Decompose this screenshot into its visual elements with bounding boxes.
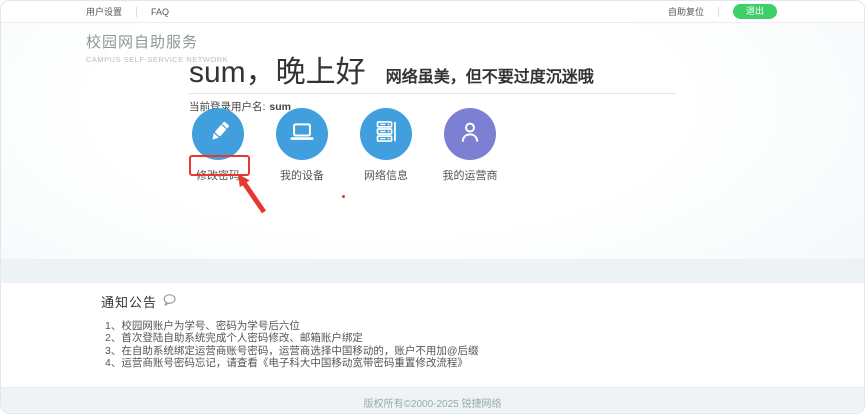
pencil-icon: [205, 118, 232, 150]
network-info-circle: [360, 108, 412, 160]
my-devices-circle: [276, 108, 328, 160]
tile-label: 我的设备: [260, 167, 344, 183]
topbar-right-menu: 自助复位 退出: [668, 4, 777, 19]
topbar-divider: [718, 7, 719, 17]
greeting-row: sum，晚上好 网络虽美，但不要过度沉迷哦: [189, 47, 594, 91]
section-divider-band: [1, 259, 864, 283]
notice-list: 1、校园网账户为学号、密码为学号后六位 2、首次登陆自助系统完成个人密码修改、邮…: [105, 320, 864, 370]
greeting-quote: 网络虽美，但不要过度沉迷哦: [386, 63, 594, 87]
tile-change-password[interactable]: 修改密码: [176, 108, 260, 183]
speech-bubble-icon: [163, 293, 177, 311]
notice-item: 2、首次登陆自助系统完成个人密码修改、邮箱账户绑定: [105, 332, 864, 344]
topbar: 用户设置 FAQ 自助复位 退出: [1, 1, 864, 23]
tile-my-devices[interactable]: 我的设备: [260, 108, 344, 183]
notice-item: 3、在自助系统绑定运营商账号密码，运营商选择中国移动的，账户不用加@后缀: [105, 345, 864, 357]
faq-link[interactable]: FAQ: [151, 7, 169, 17]
server-icon: [373, 118, 400, 150]
notice-section: 通知公告 1、校园网账户为学号、密码为学号后六位 2、首次登陆自助系统完成个人密…: [1, 283, 864, 387]
tile-label: 我的运营商: [428, 167, 512, 183]
notice-title: 通知公告: [101, 292, 157, 311]
notice-item: 1、校园网账户为学号、密码为学号后六位: [105, 320, 864, 332]
laptop-icon: [288, 118, 316, 151]
tile-my-carrier[interactable]: 我的运营商: [428, 108, 512, 183]
copyright-text: 版权所有©2000-2025 锐捷网络: [364, 395, 502, 410]
person-icon: [456, 118, 484, 151]
shortcut-tiles: 修改密码 我的设备: [176, 108, 512, 183]
self-reset-link[interactable]: 自助复位: [668, 5, 704, 18]
tile-network-info[interactable]: 网络信息: [344, 108, 428, 183]
notice-header: 通知公告: [101, 292, 864, 311]
my-carrier-circle: [444, 108, 496, 160]
notice-item: 4、运营商账号密码忘记，请查看《电子科大中国移动宽带密码重置修改流程》: [105, 357, 864, 369]
greeting-text: sum，晚上好: [189, 47, 366, 91]
tile-label: 修改密码: [176, 167, 260, 183]
portal-window: 用户设置 FAQ 自助复位 退出 校园网自助服务 CAMPUS SELF-SER…: [0, 0, 865, 414]
main-section: 校园网自助服务 CAMPUS SELF-SERVICE NETWORK sum，…: [1, 23, 864, 259]
topbar-left-menu: 用户设置 FAQ: [86, 5, 169, 18]
user-settings-link[interactable]: 用户设置: [86, 5, 122, 18]
topbar-divider: [136, 7, 137, 17]
logout-button[interactable]: 退出: [733, 4, 777, 19]
tile-label: 网络信息: [344, 167, 428, 183]
change-password-circle: [192, 108, 244, 160]
footer: 版权所有©2000-2025 锐捷网络: [1, 387, 864, 414]
greeting-separator: [189, 93, 676, 94]
